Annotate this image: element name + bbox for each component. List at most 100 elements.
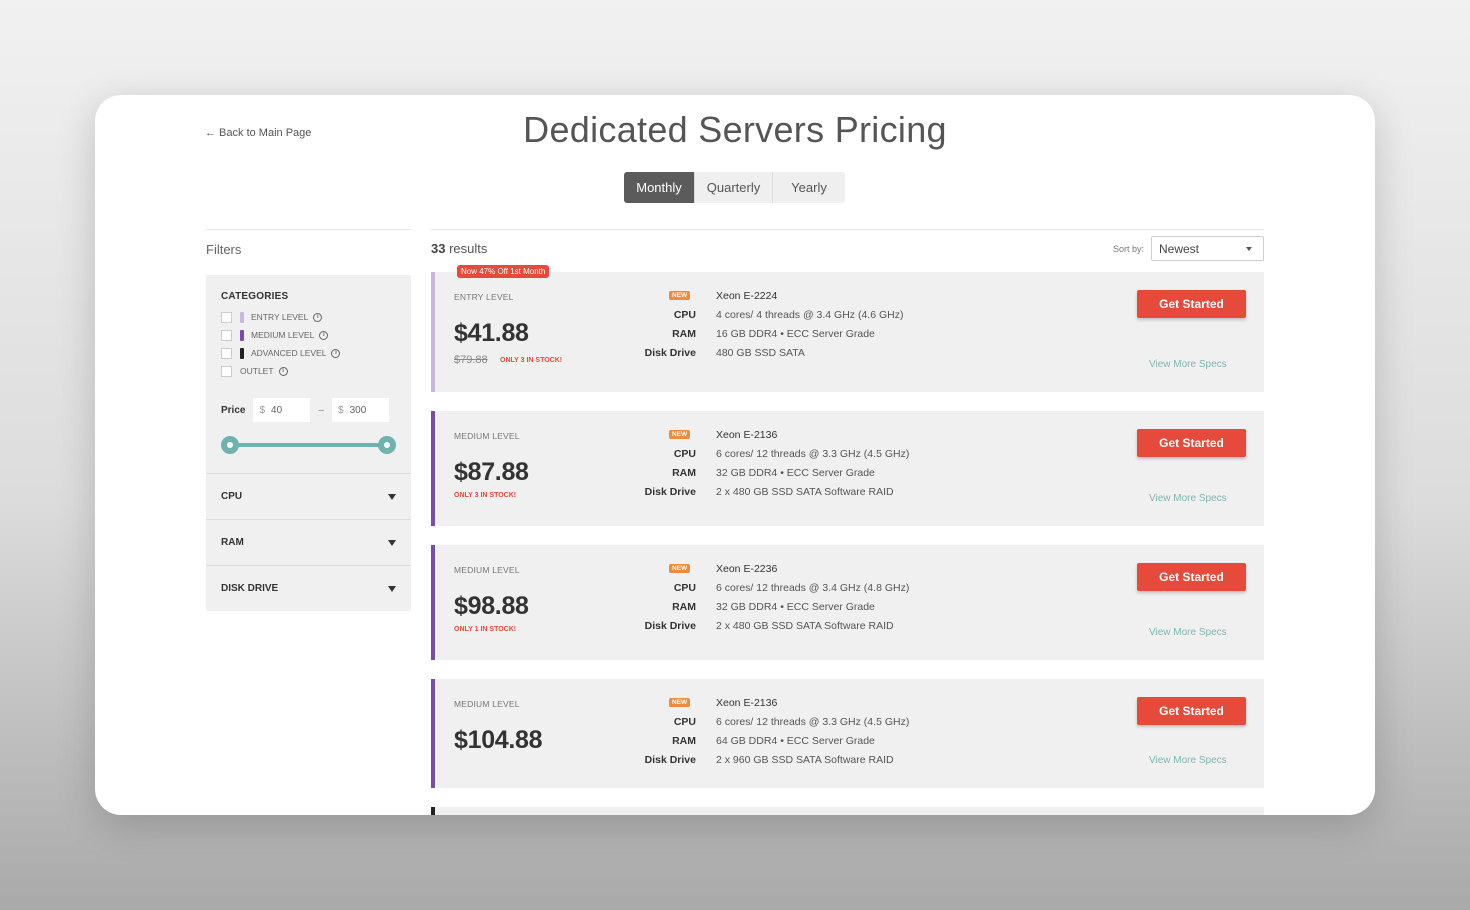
stock-note: ONLY 3 IN STOCK! — [454, 492, 517, 499]
view-more-specs-link[interactable]: View More Specs — [1149, 755, 1227, 766]
price-max-value: 300 — [349, 404, 367, 416]
spec-values: Xeon E-2224 4 cores/ 4 threads @ 3.4 GHz… — [716, 287, 903, 363]
price-min-value: 40 — [271, 404, 283, 416]
cpu-model: Xeon E-2136 — [716, 429, 778, 441]
spec-key: RAM — [672, 467, 696, 479]
checkbox[interactable] — [221, 347, 232, 359]
promo-badge: Now 47% Off 1st Month — [457, 265, 550, 278]
checkbox[interactable] — [221, 365, 232, 377]
results-count-suffix: results — [445, 241, 488, 256]
triangle-down-icon — [388, 585, 396, 592]
category-label: ENTRY LEVEL — [251, 312, 309, 322]
level-label: MEDIUM LEVEL — [454, 699, 520, 709]
category-label: ADVANCED LEVEL — [251, 348, 327, 358]
spec-key: RAM — [672, 328, 696, 340]
category-outlet[interactable]: OUTLET i — [221, 362, 396, 380]
disk-spec: 480 GB SSD SATA — [716, 347, 805, 359]
price-min-input[interactable]: $ 40 — [253, 398, 311, 422]
sort-select[interactable]: Newest — [1151, 236, 1264, 261]
info-icon[interactable]: i — [331, 348, 341, 358]
categories-section: CATEGORIES ENTRY LEVEL i MEDIUM LEVEL i — [206, 275, 411, 473]
cpu-model: Xeon E-2224 — [716, 290, 778, 302]
category-medium-level[interactable]: MEDIUM LEVEL i — [221, 326, 396, 344]
price-range-slider[interactable] — [221, 436, 396, 454]
get-started-button[interactable]: Get Started — [1137, 563, 1246, 591]
filters-heading: Filters — [206, 242, 242, 257]
cpu-spec: 6 cores/ 12 threads @ 3.3 GHz (4.5 GHz) — [716, 716, 910, 728]
checkbox[interactable] — [221, 311, 232, 323]
monthly-price: $104.88 — [454, 726, 543, 754]
level-label: MEDIUM LEVEL — [454, 565, 520, 575]
level-color-swatch — [240, 347, 244, 359]
price-max-input[interactable]: $ 300 — [332, 398, 390, 422]
price-label: Price — [221, 404, 246, 416]
spec-key: CPU — [673, 309, 696, 321]
get-started-button[interactable]: Get Started — [1137, 290, 1246, 318]
accordion-label: DISK DRIVE — [221, 583, 279, 594]
view-more-specs-link[interactable]: View More Specs — [1149, 493, 1227, 504]
level-color-swatch — [240, 329, 244, 341]
tab-quarterly[interactable]: Quarterly — [695, 172, 773, 203]
new-badge: NEW — [669, 698, 691, 707]
info-icon[interactable]: i — [319, 330, 329, 340]
filter-cpu-accordion[interactable]: CPU — [206, 473, 411, 519]
ram-spec: 64 GB DDR4 • ECC Server Grade — [716, 735, 875, 747]
category-entry-level[interactable]: ENTRY LEVEL i — [221, 308, 396, 326]
billing-period-toggle: Monthly Quarterly Yearly — [624, 172, 845, 203]
triangle-down-icon — [388, 493, 396, 500]
slider-min-handle[interactable] — [221, 436, 239, 454]
ram-spec: 32 GB DDR4 • ECC Server Grade — [716, 601, 875, 613]
filter-ram-accordion[interactable]: RAM — [206, 519, 411, 565]
get-started-button[interactable]: Get Started — [1137, 697, 1246, 725]
info-icon[interactable]: i — [278, 366, 288, 376]
sort-select-value: Newest — [1159, 241, 1200, 256]
cpu-spec: 6 cores/ 12 threads @ 3.3 GHz (4.5 GHz) — [716, 448, 910, 460]
new-badge: NEW — [669, 564, 691, 573]
spec-keys: CPU RAM Disk Drive — [615, 445, 696, 502]
cpu-spec: 6 cores/ 12 threads @ 3.4 GHz (4.8 GHz) — [716, 582, 910, 594]
sort-label: Sort by: — [1113, 244, 1145, 254]
disk-spec: 2 x 480 GB SSD SATA Software RAID — [716, 486, 894, 498]
server-card: MEDIUM LEVEL $87.88 ONLY 3 IN STOCK! NEW… — [431, 411, 1264, 526]
spec-keys: CPU RAM Disk Drive — [615, 579, 696, 636]
category-advanced-level[interactable]: ADVANCED LEVEL i — [221, 344, 396, 362]
slider-max-handle[interactable] — [378, 436, 396, 454]
filters-divider — [206, 229, 411, 230]
new-badge: NEW — [669, 430, 691, 439]
filters-sidebar: CATEGORIES ENTRY LEVEL i MEDIUM LEVEL i — [206, 275, 411, 611]
level-color-swatch — [240, 311, 244, 323]
view-more-specs-link[interactable]: View More Specs — [1149, 627, 1227, 638]
spec-values: Xeon E-2136 6 cores/ 12 threads @ 3.3 GH… — [716, 426, 909, 502]
level-label: MEDIUM LEVEL — [454, 431, 520, 441]
spec-key: Disk Drive — [644, 754, 696, 766]
cpu-model: Xeon E-2136 — [716, 697, 778, 709]
spec-values: Xeon E-2136 6 cores/ 12 threads @ 3.3 GH… — [716, 694, 909, 770]
filter-disk-drive-accordion[interactable]: DISK DRIVE — [206, 565, 411, 611]
info-icon[interactable]: i — [313, 312, 323, 322]
caret-down-icon — [1246, 247, 1252, 251]
price-filter: Price $ 40 – $ 300 — [221, 398, 390, 422]
server-card: MEDIUM LEVEL $104.88 NEW CPU RAM Disk Dr… — [431, 679, 1264, 788]
monthly-price: $87.88 — [454, 458, 529, 486]
slider-track — [230, 443, 387, 447]
checkbox[interactable] — [221, 329, 232, 341]
results-count: 33 results — [431, 241, 487, 256]
server-card: MEDIUM LEVEL $98.88 ONLY 1 IN STOCK! NEW… — [431, 545, 1264, 660]
level-label: ENTRY LEVEL — [454, 292, 514, 302]
currency-symbol: $ — [259, 404, 266, 416]
browser-window: ← Back to Main Page Dedicated Servers Pr… — [95, 95, 1375, 815]
results-count-number: 33 — [431, 241, 446, 256]
triangle-down-icon — [388, 539, 396, 546]
cpu-model: Xeon E-2236 — [716, 563, 778, 575]
tab-monthly[interactable]: Monthly — [624, 172, 695, 203]
spec-key: CPU — [673, 448, 696, 460]
old-price: $79.88 — [454, 354, 488, 366]
spec-key: Disk Drive — [644, 486, 696, 498]
tab-yearly[interactable]: Yearly — [773, 172, 845, 203]
monthly-price: $41.88 — [454, 319, 529, 347]
get-started-button[interactable]: Get Started — [1137, 429, 1246, 457]
results-divider — [431, 229, 1264, 230]
accordion-label: RAM — [221, 537, 244, 548]
view-more-specs-link[interactable]: View More Specs — [1149, 359, 1227, 370]
category-label: MEDIUM LEVEL — [251, 330, 315, 340]
